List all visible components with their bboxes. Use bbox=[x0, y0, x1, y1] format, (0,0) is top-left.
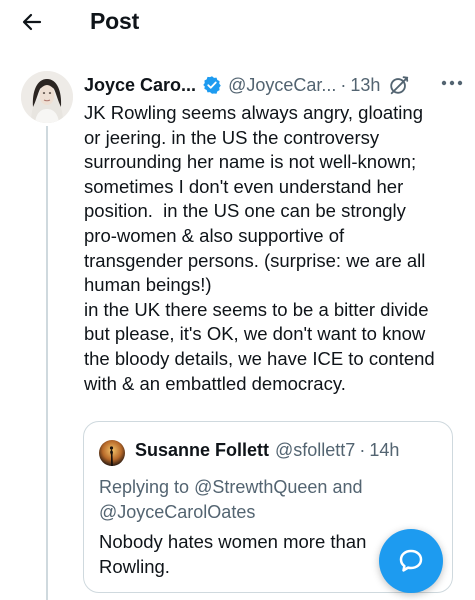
arrow-left-icon bbox=[22, 13, 42, 31]
post-text-line: in the UK there seems to be a bitter div… bbox=[84, 298, 429, 320]
sunset-silhouette-icon bbox=[99, 440, 125, 466]
author-avatar[interactable] bbox=[21, 71, 73, 123]
quote-text-line: Nobody hates women more than bbox=[99, 531, 367, 552]
quote-author-avatar[interactable] bbox=[99, 440, 125, 466]
reply-fab-button[interactable] bbox=[379, 529, 443, 593]
post-text-line: human beings!) bbox=[84, 274, 212, 296]
verified-badge-icon bbox=[202, 75, 222, 95]
thread-line bbox=[46, 126, 48, 600]
post-meta: Joyce Caro... @JoyceCar... · 13h bbox=[84, 73, 464, 97]
quote-text-line: Rowling. bbox=[99, 556, 170, 577]
back-button[interactable] bbox=[14, 6, 50, 38]
post-text-line: the bloody details, we have ICE to conte… bbox=[84, 347, 435, 369]
author-name[interactable]: Joyce Caro... bbox=[84, 75, 196, 96]
quote-author-name[interactable]: Susanne Follett bbox=[135, 440, 269, 461]
post-text-line: sometimes I don't even understand her bbox=[84, 175, 404, 197]
quote-body: Nobody hates women more than Rowling. bbox=[99, 529, 366, 579]
grok-icon[interactable] bbox=[388, 74, 410, 96]
replying-to: Replying to @StrewthQueen and @JoyceCaro… bbox=[99, 475, 362, 525]
post-text-line: surrounding her name is not well-known; bbox=[84, 151, 417, 173]
post-text-line: but please, it's OK, we don't want to kn… bbox=[84, 323, 426, 345]
reply-bubble-icon bbox=[399, 549, 423, 572]
post-time[interactable]: 13h bbox=[350, 75, 380, 96]
post-text-line: or jeering. in the US the controversy bbox=[84, 126, 380, 148]
post-text-line: transgender persons. (surprise: we are a… bbox=[84, 249, 426, 271]
author-handle[interactable]: @JoyceCar... bbox=[228, 75, 336, 96]
author-portrait bbox=[21, 71, 73, 123]
post-text-line: position. in the US one can be strongly bbox=[84, 200, 406, 222]
quote-time: 14h bbox=[369, 440, 400, 460]
post-body: JK Rowling seems always angry, gloating … bbox=[84, 101, 464, 396]
separator-dot: · bbox=[340, 74, 347, 95]
more-icon[interactable] bbox=[440, 71, 464, 95]
quote-author-handle[interactable]: @sfollett7 bbox=[275, 440, 355, 461]
post-text-line: JK Rowling seems always angry, gloating bbox=[84, 102, 423, 123]
mention-link[interactable]: @StrewthQueen bbox=[194, 477, 327, 497]
page-title: Post bbox=[90, 8, 140, 34]
separator-dot: · bbox=[359, 440, 366, 460]
quote-meta: Susanne Follett @sfollett7 · 14h bbox=[135, 440, 399, 461]
replying-to-label: Replying to bbox=[99, 477, 190, 497]
and-word: and bbox=[332, 477, 363, 497]
mention-link[interactable]: @JoyceCarolOates bbox=[99, 502, 255, 522]
top-bar: Post bbox=[0, 0, 475, 44]
post-text-line: pro-women & also supportive of bbox=[84, 224, 345, 246]
post-text-line: with & an embattled democracy. bbox=[84, 372, 346, 394]
